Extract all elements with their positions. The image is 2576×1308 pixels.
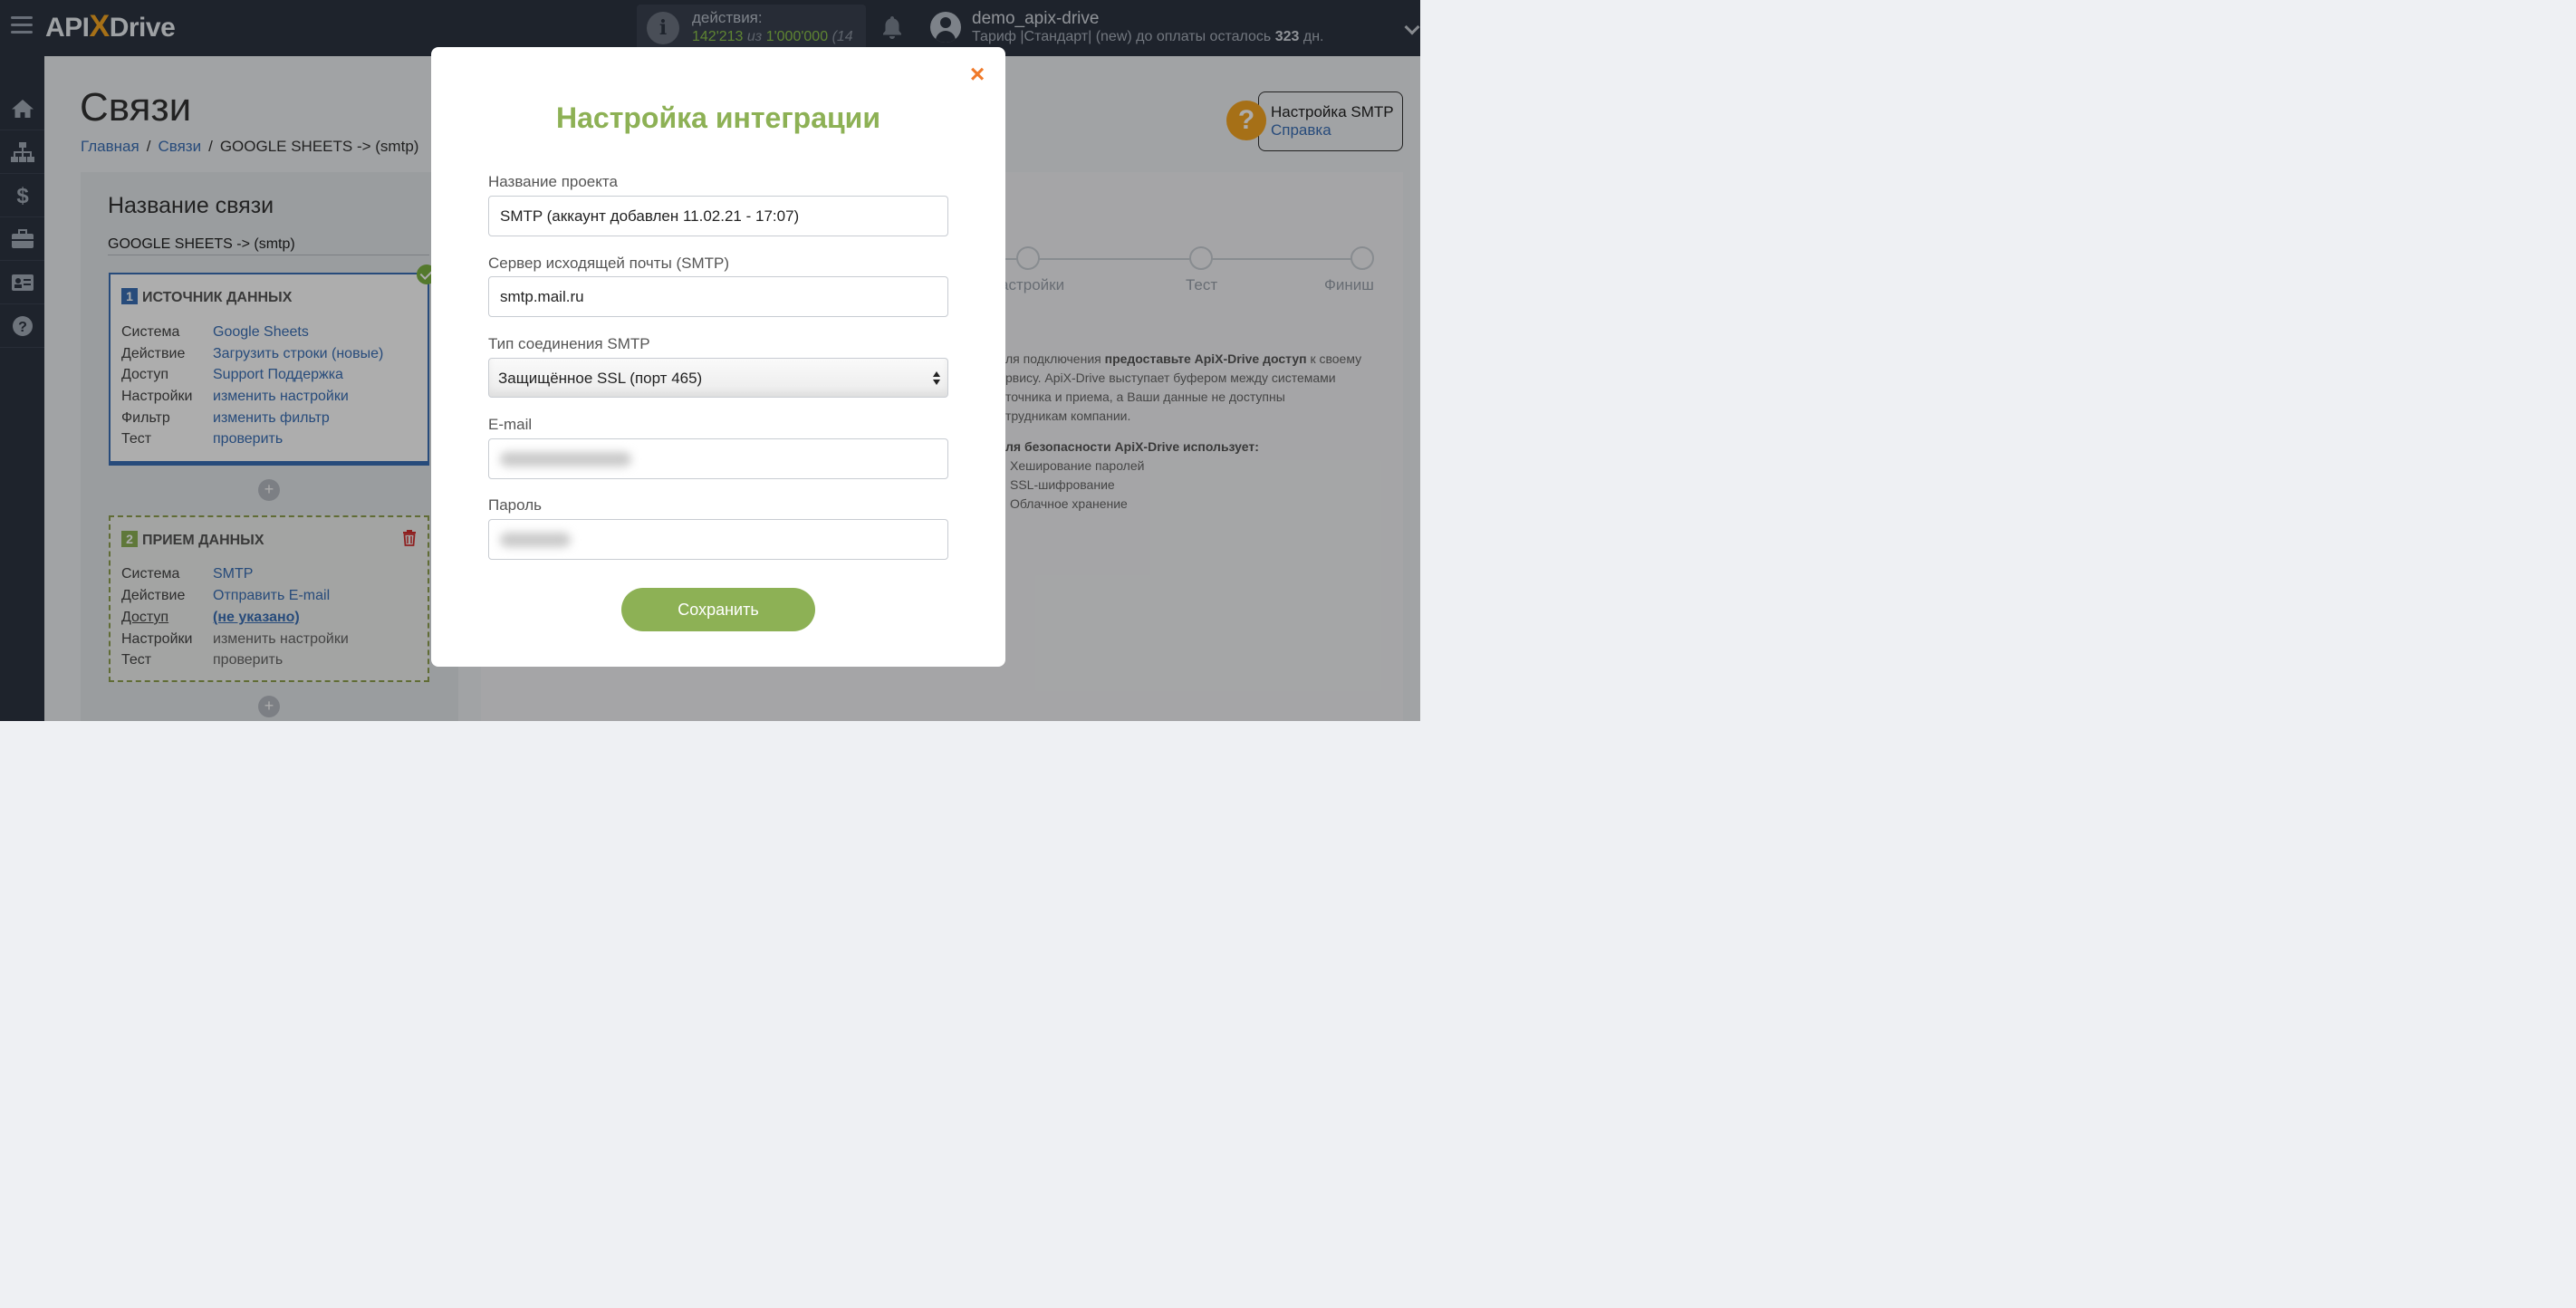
connection-type-value: Защищённое SSL (порт 465): [498, 370, 703, 387]
save-button[interactable]: Сохранить: [621, 588, 815, 631]
project-name-label: Название проекта: [488, 173, 618, 190]
select-arrows-icon: [933, 370, 940, 387]
modal-title: Настройка интеграции: [556, 101, 880, 134]
connection-type-select[interactable]: Защищённое SSL (порт 465): [488, 358, 948, 398]
smtp-server-input[interactable]: [488, 276, 948, 317]
project-name-input[interactable]: [488, 196, 948, 236]
email-field[interactable]: [488, 438, 948, 479]
password-field[interactable]: [488, 519, 948, 560]
email-label: E-mail: [488, 416, 533, 433]
email-value-blurred: [500, 452, 631, 466]
integration-settings-modal: [431, 47, 1005, 667]
connection-type-label: Тип соединения SMTP: [488, 335, 650, 352]
smtp-server-label: Сервер исходящей почты (SMTP): [488, 255, 730, 272]
password-label: Пароль: [488, 496, 542, 514]
close-icon[interactable]: ×: [967, 62, 987, 87]
password-value-blurred: [500, 533, 571, 547]
